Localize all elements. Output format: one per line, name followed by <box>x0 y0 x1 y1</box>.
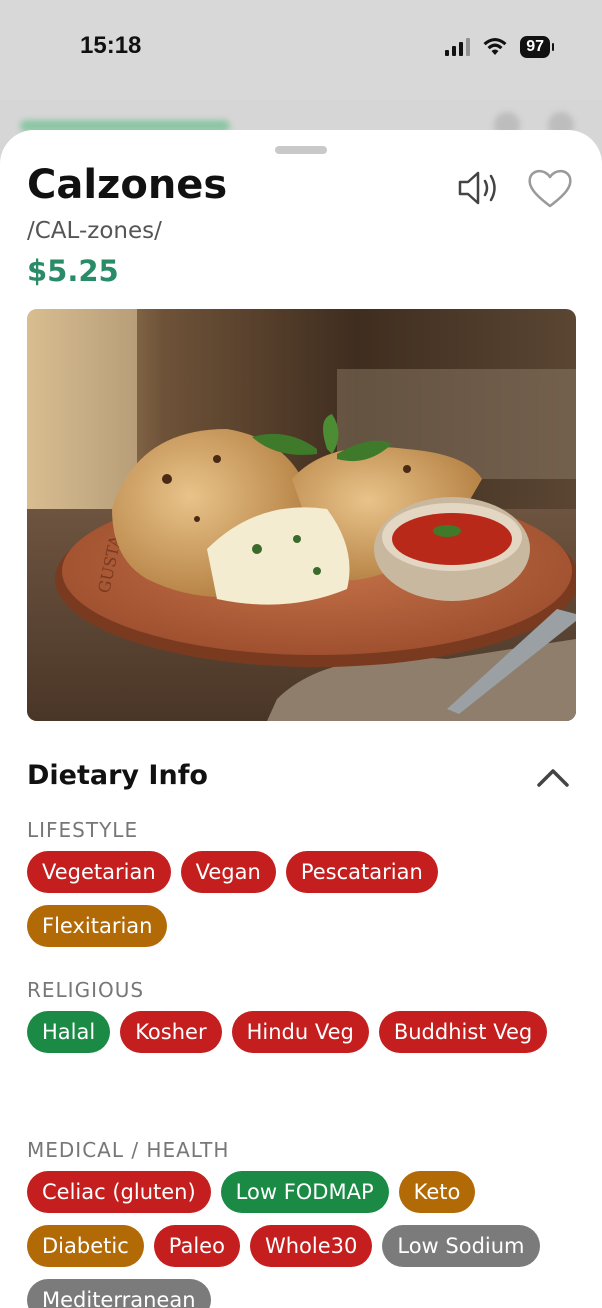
dish-pronunciation: /CAL-zones/ <box>27 218 162 244</box>
favorite-button[interactable] <box>526 166 574 210</box>
pronounce-button[interactable] <box>456 168 504 208</box>
signal-icon <box>445 38 471 56</box>
tag-keto[interactable]: Keto <box>398 1171 476 1213</box>
tag-hindu-veg[interactable]: Hindu Veg <box>231 1011 369 1053</box>
group-label-medical-health: MEDICAL / HEALTH <box>27 1138 230 1162</box>
status-bar: 15:18 97 <box>0 0 602 100</box>
dish-photo: GUSTA <box>27 309 576 721</box>
group-label-religious: RELIGIOUS <box>27 978 145 1002</box>
tag-diabetic[interactable]: Diabetic <box>27 1225 144 1267</box>
tag-halal[interactable]: Halal <box>27 1011 111 1053</box>
tags-medical-health: Celiac (gluten) Low FODMAP Keto Diabetic… <box>27 1171 582 1308</box>
chevron-up-icon[interactable] <box>536 766 570 788</box>
tag-buddhist-veg[interactable]: Buddhist Veg <box>378 1011 548 1053</box>
battery-icon: 97 <box>520 36 554 58</box>
group-label-lifestyle: LIFESTYLE <box>27 818 139 842</box>
dietary-info-title: Dietary Info <box>27 760 208 791</box>
tag-kosher[interactable]: Kosher <box>120 1011 222 1053</box>
tag-mediterranean[interactable]: Mediterranean <box>27 1279 211 1308</box>
dish-price: $5.25 <box>27 254 119 288</box>
tags-religious: Halal Kosher Hindu Veg Buddhist Veg <box>27 1011 582 1053</box>
tag-celiac[interactable]: Celiac (gluten) <box>27 1171 211 1213</box>
tag-vegetarian[interactable]: Vegetarian <box>27 851 171 893</box>
tag-low-fodmap[interactable]: Low FODMAP <box>220 1171 389 1213</box>
tag-flexitarian[interactable]: Flexitarian <box>27 905 168 947</box>
dish-detail-sheet: Calzones /CAL-zones/ $5.25 GUSTA Dietary… <box>0 130 602 1308</box>
tag-pescatarian[interactable]: Pescatarian <box>285 851 438 893</box>
tags-lifestyle: Vegetarian Vegan Pescatarian Flexitarian <box>27 851 582 947</box>
heart-icon <box>528 169 572 208</box>
status-icons: 97 <box>445 36 554 58</box>
sheet-grabber[interactable] <box>275 146 327 154</box>
dish-name: Calzones <box>27 162 228 208</box>
tag-vegan[interactable]: Vegan <box>180 851 276 893</box>
wifi-icon <box>482 37 508 57</box>
status-time: 15:18 <box>80 32 142 59</box>
tag-whole30[interactable]: Whole30 <box>249 1225 373 1267</box>
dietary-info-header[interactable]: Dietary Info <box>27 758 572 798</box>
speaker-icon <box>458 171 496 205</box>
tag-paleo[interactable]: Paleo <box>153 1225 240 1267</box>
tag-low-sodium[interactable]: Low Sodium <box>382 1225 540 1267</box>
